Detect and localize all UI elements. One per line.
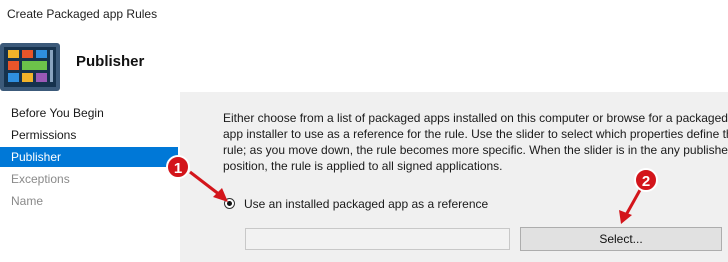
instructions-text: Either choose from a list of packaged ap…: [223, 110, 728, 174]
instructions-line: app installer to use as a reference for …: [223, 127, 728, 141]
select-button[interactable]: Select...: [520, 227, 722, 251]
page-title: Publisher: [76, 53, 145, 70]
installed-app-radio-label[interactable]: Use an installed packaged app as a refer…: [244, 196, 488, 212]
radio-selected-dot: [227, 201, 232, 206]
annotation-badge-1: 1: [166, 155, 190, 179]
reference-path-field[interactable]: [245, 228, 510, 250]
nav-item-before-you-begin[interactable]: Before You Begin: [0, 103, 178, 123]
nav-item-publisher[interactable]: Publisher: [0, 147, 178, 167]
packaged-app-rules-icon: [0, 43, 60, 91]
instructions-line: Either choose from a list of packaged ap…: [223, 111, 728, 125]
nav-item-permissions[interactable]: Permissions: [0, 125, 178, 145]
instructions-line: rule; as you move down, the rule becomes…: [223, 143, 728, 157]
title-bar: Create Packaged app Rules: [0, 0, 728, 26]
nav-item-name: Name: [11, 194, 44, 208]
wizard-steps-nav: Before You Begin Permissions Publisher E…: [0, 92, 178, 262]
annotation-badge-2: 2: [634, 168, 658, 192]
window-title: Create Packaged app Rules: [7, 7, 158, 21]
installed-app-radio[interactable]: [224, 198, 235, 209]
wizard-header: Publisher: [0, 26, 728, 92]
nav-item-exceptions: Exceptions: [11, 172, 70, 186]
